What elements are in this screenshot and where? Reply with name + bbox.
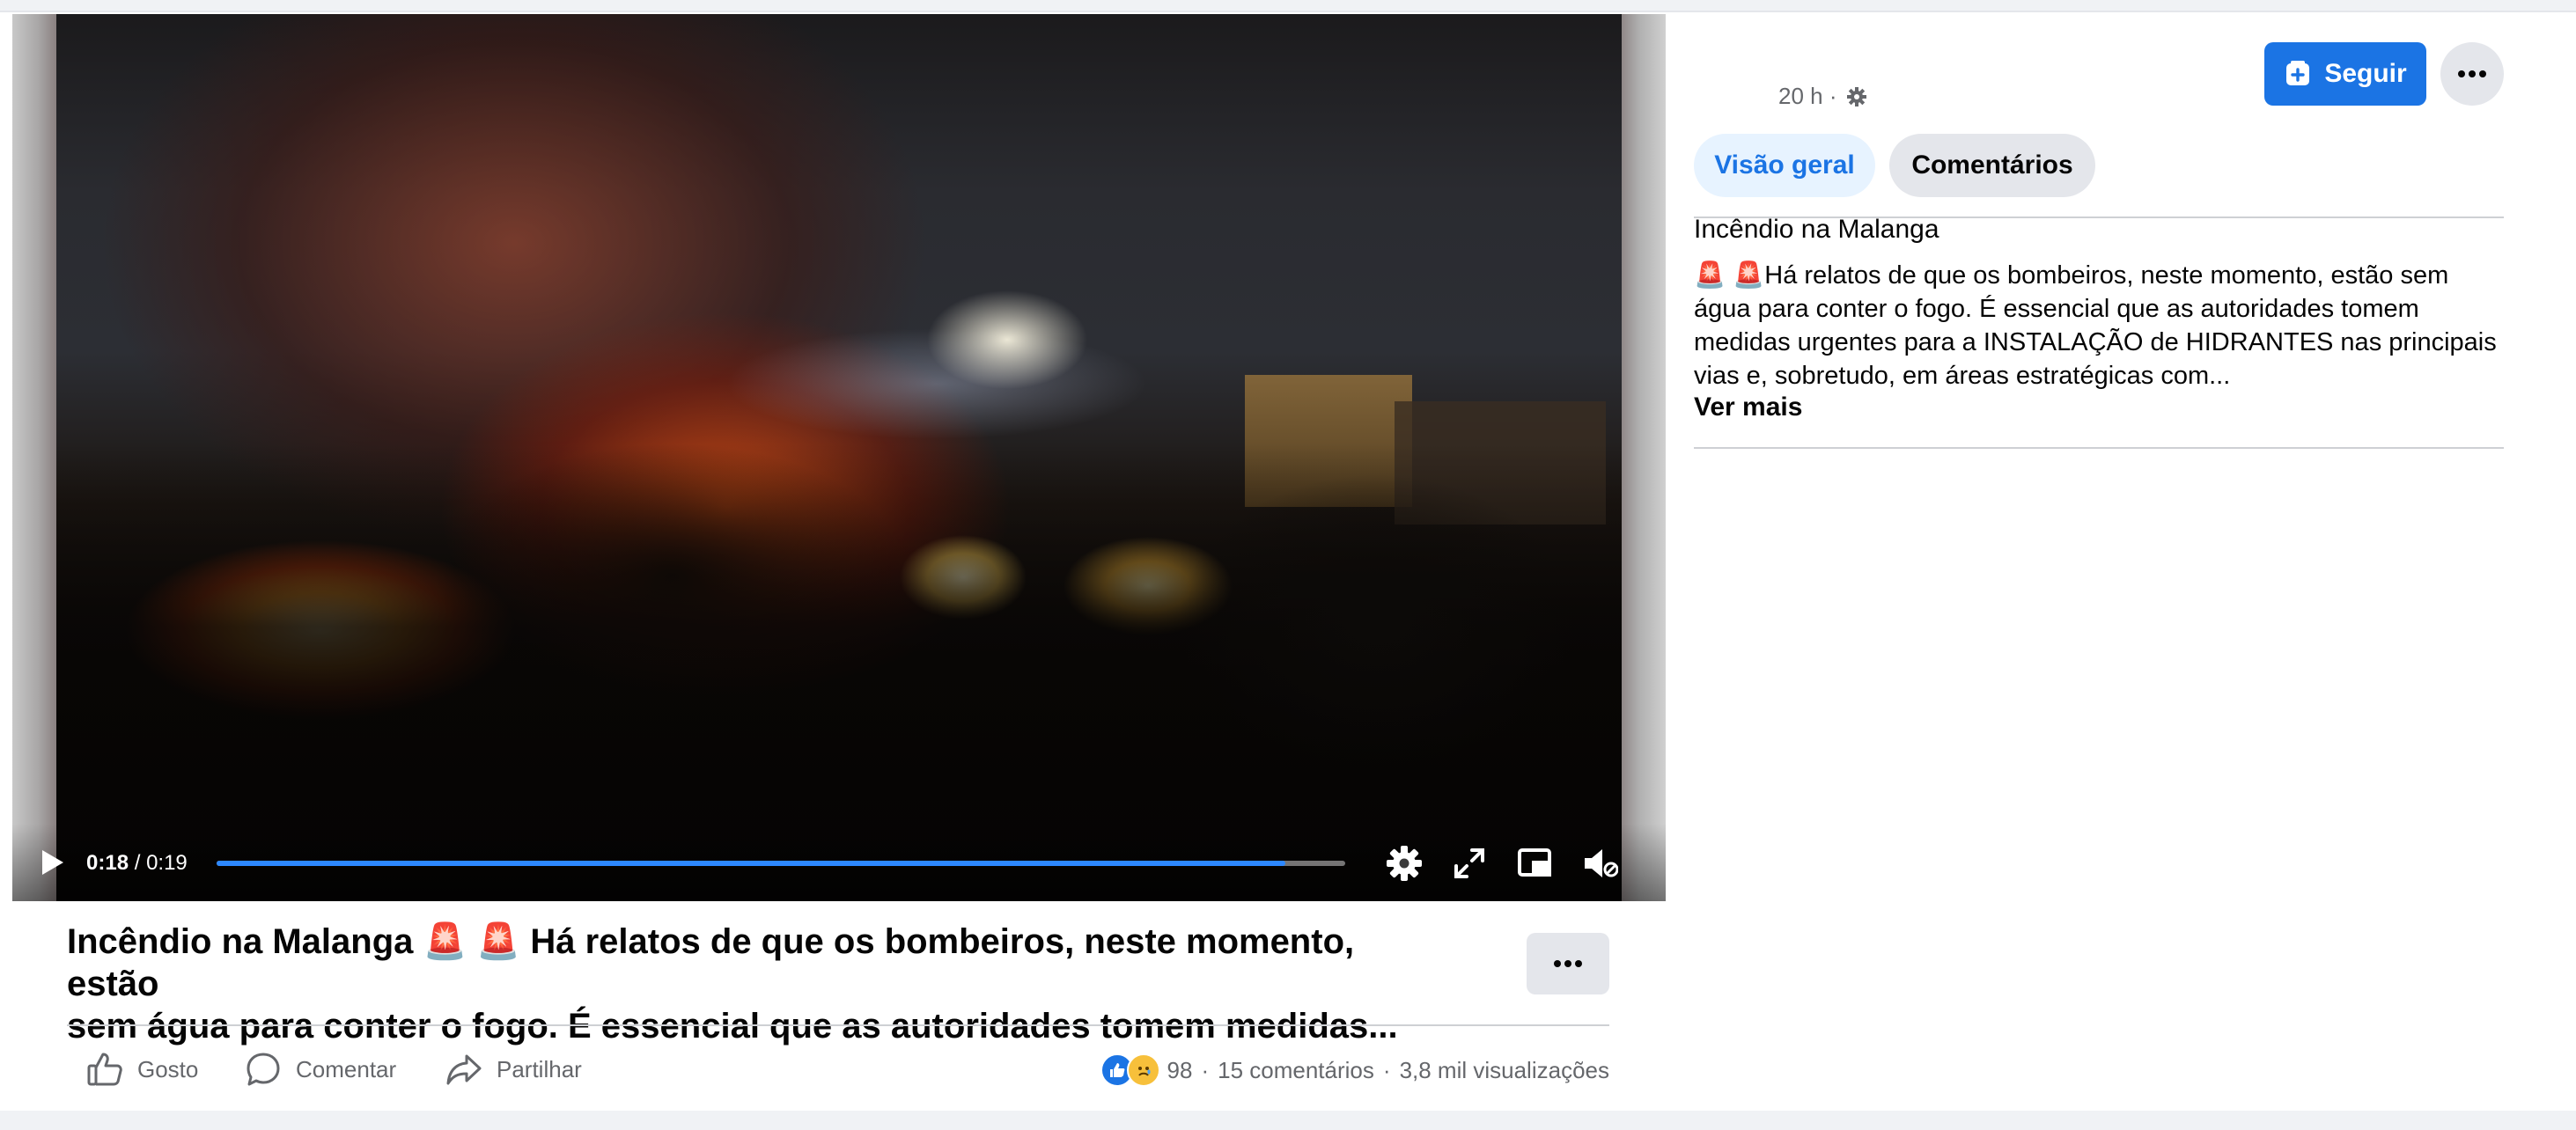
- more-dots-icon: [2458, 70, 2486, 77]
- share-arrow-icon: [446, 1054, 482, 1085]
- comment-button[interactable]: Comentar: [245, 1047, 396, 1091]
- like-button[interactable]: Gosto: [86, 1047, 198, 1091]
- post-description: 🚨 🚨Há relatos de que os bombeiros, neste…: [1694, 261, 2497, 390]
- post-caption: Incêndio na Malanga 🚨 🚨 Há relatos de qu…: [67, 921, 1440, 1047]
- separator: ·: [1382, 1056, 1391, 1083]
- video-controls: 0:18 / 0:19: [12, 824, 1666, 901]
- video-time: 0:18 / 0:19: [86, 851, 188, 876]
- video-player[interactable]: 0:18 / 0:19: [12, 14, 1666, 901]
- video-pillarbox-left: [12, 14, 56, 901]
- time-separator: /: [129, 851, 147, 875]
- thumbs-up-icon: [87, 1053, 122, 1086]
- comment-bubble-icon: [247, 1053, 280, 1086]
- separator: ·: [1201, 1056, 1210, 1083]
- follow-plus-icon: [2286, 61, 2310, 85]
- video-progress-bar[interactable]: [217, 861, 1345, 866]
- post-timestamp: 20 h ·: [1778, 83, 1867, 110]
- fullscreen-icon[interactable]: [1451, 845, 1488, 882]
- picture-in-picture-icon[interactable]: [1516, 845, 1553, 882]
- video-frame[interactable]: [56, 14, 1622, 901]
- share-label: Partilhar: [497, 1055, 582, 1082]
- comments-count-link[interactable]: 15 comentários: [1218, 1057, 1374, 1084]
- share-button[interactable]: Partilhar: [445, 1047, 582, 1091]
- settings-gear-icon[interactable]: [1386, 845, 1423, 882]
- time-current: 0:18: [86, 851, 129, 875]
- sad-reaction-icon: [1126, 1053, 1160, 1087]
- views-count: 3,8 mil visualizações: [1399, 1056, 1609, 1083]
- post-title: Incêndio na Malanga: [1694, 215, 1939, 244]
- play-icon[interactable]: [35, 847, 67, 878]
- reactions-count[interactable]: 98: [1167, 1057, 1193, 1084]
- caption-line: sem água para conter o fogo. É essencial…: [67, 1007, 1398, 1046]
- see-more-link[interactable]: Ver mais: [1694, 393, 1802, 422]
- volume-muted-icon[interactable]: [1581, 845, 1619, 882]
- tab-comments[interactable]: Comentários: [1889, 134, 2095, 197]
- timestamp-text[interactable]: 20 h ·: [1778, 83, 1837, 110]
- divider: [1694, 447, 2504, 449]
- post-stats: 98 · 15 comentários · 3,8 mil visualizaç…: [1100, 1053, 1609, 1088]
- more-dots-icon: [1554, 960, 1582, 967]
- follow-label: Seguir: [2324, 59, 2407, 88]
- reactions-summary[interactable]: [1100, 1053, 1160, 1087]
- video-pillarbox-right: [1622, 14, 1666, 901]
- top-border: [0, 0, 2576, 12]
- comment-label: Comentar: [296, 1055, 397, 1082]
- page-bottom: [0, 1111, 2576, 1130]
- divider: [67, 1024, 1609, 1026]
- caption-line: Incêndio na Malanga 🚨 🚨 Há relatos de qu…: [67, 922, 1355, 1003]
- video-progress-fill: [217, 861, 1286, 866]
- tab-overview[interactable]: Visão geral: [1694, 134, 1875, 197]
- privacy-gear-icon: [1846, 86, 1866, 106]
- time-total: 0:19: [146, 851, 188, 875]
- more-options-button[interactable]: [2440, 42, 2504, 106]
- follow-button[interactable]: Seguir: [2264, 42, 2426, 106]
- like-label: Gosto: [137, 1055, 199, 1082]
- post-options-button[interactable]: [1527, 933, 1609, 994]
